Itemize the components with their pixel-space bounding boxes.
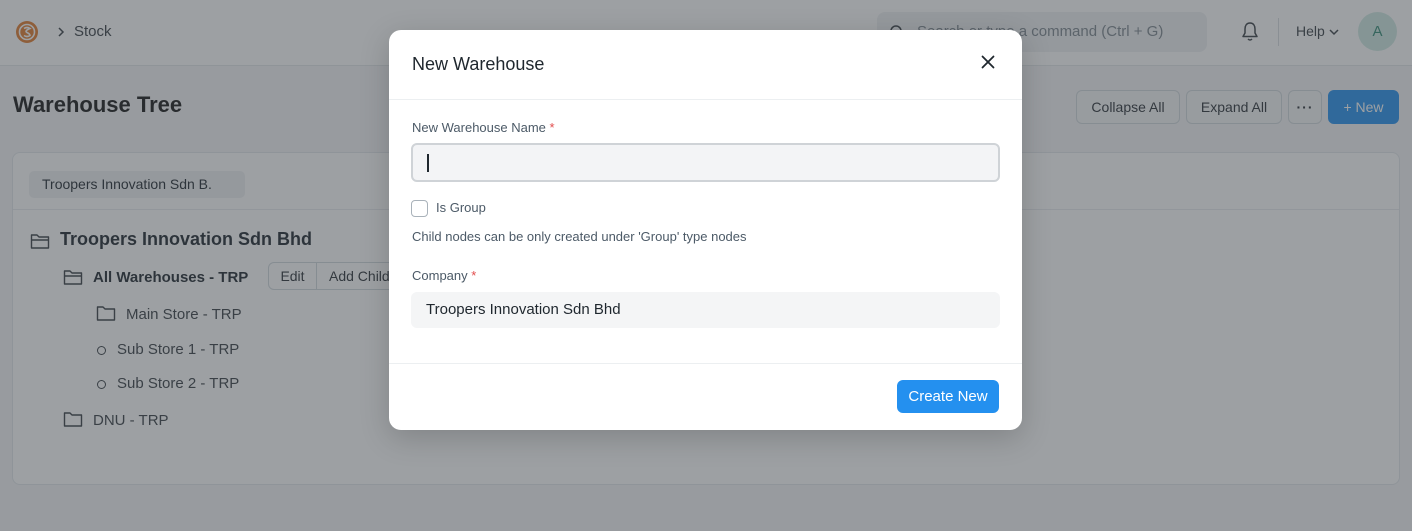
warehouse-name-label-text: New Warehouse Name — [412, 120, 546, 135]
company-label: Company * — [412, 268, 476, 283]
create-new-button[interactable]: Create New — [897, 380, 999, 413]
text-cursor — [427, 154, 429, 172]
is-group-label[interactable]: Is Group — [436, 200, 486, 215]
required-mark: * — [471, 268, 477, 283]
dialog-footer-divider — [389, 363, 1022, 364]
close-icon[interactable] — [980, 54, 996, 70]
dialog-title: New Warehouse — [412, 54, 545, 74]
company-field[interactable]: Troopers Innovation Sdn Bhd — [411, 292, 1000, 328]
dialog-header-divider — [389, 99, 1022, 100]
is-group-checkbox[interactable] — [411, 200, 428, 217]
warehouse-name-label: New Warehouse Name * — [412, 120, 555, 135]
is-group-help-text: Child nodes can be only created under 'G… — [412, 229, 747, 244]
required-mark: * — [549, 120, 555, 135]
warehouse-name-input[interactable] — [411, 143, 1000, 182]
company-label-text: Company — [412, 268, 468, 283]
new-warehouse-dialog: New Warehouse New Warehouse Name * Is Gr… — [389, 30, 1022, 430]
